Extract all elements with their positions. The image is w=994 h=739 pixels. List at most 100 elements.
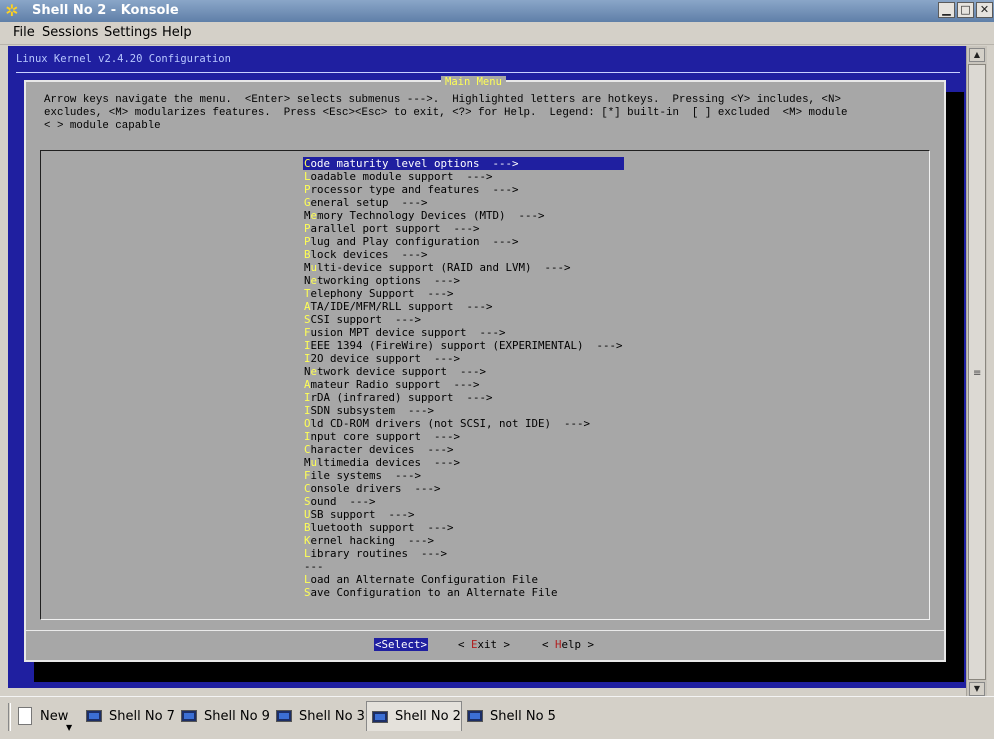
menu-items: Code maturity level options ---> Loadable… [303, 157, 624, 599]
session-tab-bar: New ▼ Shell No 7 Shell No 9 Shell No 3 S… [0, 696, 994, 739]
menu-item[interactable]: Amateur Radio support ---> [303, 378, 624, 391]
window-title-bar[interactable]: ✲ Shell No 2 - Konsole ▁ □ ✕ [0, 0, 994, 22]
konsole-gear-icon[interactable]: ✲ [3, 2, 21, 20]
menu-item-label: ltimedia devices ---> [317, 456, 461, 469]
menu-item[interactable]: SCSI support ---> [303, 313, 624, 326]
menu-item-label: ibrary routines ---> [310, 547, 448, 560]
session-tab-active[interactable]: Shell No 2 [366, 701, 462, 731]
new-session-label: New [40, 708, 69, 724]
menu-item[interactable]: Code maturity level options ---> [303, 157, 624, 170]
dialog-title: Main Menu [441, 76, 506, 88]
menu-item-label: ld CD-ROM drivers (not SCSI, not IDE) --… [310, 417, 591, 430]
menu-bar: File Sessions Settings Help [0, 22, 994, 45]
menu-help[interactable]: Help [162, 25, 192, 40]
menu-item[interactable]: Loadable module support ---> [303, 170, 624, 183]
session-tab[interactable]: Shell No 3 [276, 701, 365, 731]
exit-bracket-left: < [458, 638, 472, 651]
menu-item-label: twork device support ---> [317, 365, 487, 378]
menu-item[interactable]: --- [303, 560, 624, 573]
menu-item[interactable]: Library routines ---> [303, 547, 624, 560]
menu-item[interactable]: Block devices ---> [303, 248, 624, 261]
help-text: Arrow keys navigate the menu. <Enter> se… [44, 94, 847, 133]
menu-item[interactable]: Input core support ---> [303, 430, 624, 443]
session-tab[interactable]: Shell No 9 [181, 701, 270, 731]
terminal-scrollbar[interactable]: ▲ ≡ ▼ [966, 46, 987, 696]
terminal-icon [181, 710, 197, 722]
button-separator [26, 630, 944, 631]
menu-item[interactable]: Old CD-ROM drivers (not SCSI, not IDE) -… [303, 417, 624, 430]
menu-item[interactable]: Memory Technology Devices (MTD) ---> [303, 209, 624, 222]
close-icon[interactable]: ✕ [976, 2, 993, 18]
session-tab[interactable]: Shell No 7 [86, 701, 175, 731]
menu-item-label: CSI support ---> [310, 313, 422, 326]
menu-item[interactable]: Load an Alternate Configuration File [303, 573, 624, 586]
menu-item[interactable]: Network device support ---> [303, 365, 624, 378]
scroll-up-icon[interactable]: ▲ [969, 48, 985, 62]
main-menu-dialog: Main Menu Arrow keys navigate the menu. … [24, 76, 946, 662]
menu-item[interactable]: Character devices ---> [303, 443, 624, 456]
exit-button[interactable]: < Exit > [458, 638, 510, 651]
menu-item[interactable]: Multimedia devices ---> [303, 456, 624, 469]
menu-item[interactable]: Bluetooth support ---> [303, 521, 624, 534]
menu-item[interactable]: Sound ---> [303, 495, 624, 508]
menu-item-label: lug and Play configuration ---> [310, 235, 519, 248]
menu-item[interactable]: ISDN subsystem ---> [303, 404, 624, 417]
menu-item[interactable]: Console drivers ---> [303, 482, 624, 495]
menu-item[interactable]: IEEE 1394 (FireWire) support (EXPERIMENT… [303, 339, 624, 352]
terminal-icon [276, 710, 292, 722]
menu-item[interactable]: Telephony Support ---> [303, 287, 624, 300]
menu-item[interactable]: Multi-device support (RAID and LVM) ---> [303, 261, 624, 274]
header-divider [16, 72, 960, 73]
config-header-title: Linux Kernel v2.4.20 Configuration [16, 53, 231, 65]
menu-item[interactable]: File systems ---> [303, 469, 624, 482]
menu-item-label: oad an Alternate Configuration File [310, 573, 539, 586]
session-tab-label: Shell No 2 [395, 709, 461, 724]
menu-item[interactable]: Fusion MPT device support ---> [303, 326, 624, 339]
menu-file[interactable]: File [13, 25, 35, 40]
menu-sessions[interactable]: Sessions [42, 25, 98, 40]
dropdown-arrow-icon[interactable]: ▼ [66, 723, 72, 732]
menu-settings[interactable]: Settings [104, 25, 157, 40]
menu-item-label: oadable module support ---> [310, 170, 493, 183]
help-line: < > module capable [44, 120, 161, 132]
menu-item[interactable]: ATA/IDE/MFM/RLL support ---> [303, 300, 624, 313]
menu-item-label: haracter devices ---> [310, 443, 454, 456]
menu-item-label: elephony Support ---> [310, 287, 454, 300]
menu-item[interactable]: Networking options ---> [303, 274, 624, 287]
tabbar-handle [8, 703, 11, 731]
menu-item-label: TA/IDE/MFM/RLL support ---> [310, 300, 493, 313]
help-button[interactable]: < Help > [542, 638, 594, 651]
menu-item[interactable]: Parallel port support ---> [303, 222, 624, 235]
menu-item[interactable]: General setup ---> [303, 196, 624, 209]
menu-item[interactable]: I2O device support ---> [303, 352, 624, 365]
menu-item-label: SB support ---> [310, 508, 415, 521]
session-tab-label: Shell No 3 [299, 708, 365, 724]
minimize-icon[interactable]: ▁ [938, 2, 955, 18]
menu-item-label: usion MPT device support ---> [310, 326, 506, 339]
menu-item-label: nput core support ---> [310, 430, 461, 443]
maximize-icon[interactable]: □ [957, 2, 974, 18]
help-label: elp [561, 638, 582, 651]
menu-item-label: luetooth support ---> [310, 521, 454, 534]
menu-item[interactable]: USB support ---> [303, 508, 624, 521]
menu-list-box[interactable]: Code maturity level options ---> Loadable… [40, 150, 930, 620]
menu-item[interactable]: Plug and Play configuration ---> [303, 235, 624, 248]
menu-item-label: arallel port support ---> [310, 222, 480, 235]
terminal-area[interactable]: Linux Kernel v2.4.20 Configuration Main … [8, 46, 966, 688]
select-button[interactable]: <Select> [374, 638, 429, 651]
session-tab-label: Shell No 7 [109, 708, 175, 724]
menu-item[interactable]: IrDA (infrared) support ---> [303, 391, 624, 404]
scrollbar-thumb[interactable]: ≡ [968, 64, 986, 680]
menu-item-label: mateur Radio support ---> [310, 378, 480, 391]
menu-item-label: ernel hacking ---> [310, 534, 435, 547]
menu-item[interactable]: Kernel hacking ---> [303, 534, 624, 547]
scroll-down-icon[interactable]: ▼ [969, 682, 985, 696]
menu-item[interactable]: Save Configuration to an Alternate File [303, 586, 624, 599]
new-session-button[interactable]: New ▼ [18, 701, 72, 732]
menu-item-label: EEE 1394 (FireWire) support (EXPERIMENTA… [310, 339, 623, 352]
menu-item-label: SDN subsystem ---> [310, 404, 435, 417]
session-tab-label: Shell No 9 [204, 708, 270, 724]
session-tab[interactable]: Shell No 5 [467, 701, 556, 731]
menu-item[interactable]: Processor type and features ---> [303, 183, 624, 196]
terminal-icon [467, 710, 483, 722]
